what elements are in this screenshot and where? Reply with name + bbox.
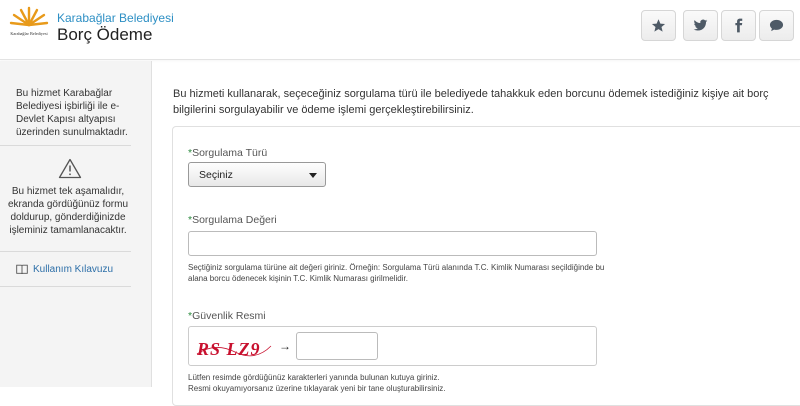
captcha-label: *Güvenlik Resmi (188, 310, 266, 322)
service-info-text: Bu hizmet Karabağlar Belediyesi işbirliğ… (16, 88, 128, 138)
favorite-button[interactable] (641, 10, 676, 41)
captcha-image[interactable]: RS LZ9 (195, 334, 273, 360)
user-guide-link[interactable]: Kullanım Kılavuzu (16, 264, 113, 275)
query-type-select[interactable]: Seçiniz (188, 162, 326, 187)
comment-icon (769, 19, 784, 32)
query-value-help: Seçtiğiniz sorgulama türüne ait değeri g… (188, 263, 605, 283)
sidebar-divider (0, 251, 131, 252)
warning-triangle-icon (58, 158, 82, 179)
header: Karabağlar Belediyesi Karabağlar Belediy… (0, 0, 800, 60)
logo-text: Karabağlar Belediyesi (10, 31, 48, 36)
single-step-warning: Bu hizmet tek aşamalıdır, ekranda gördüğ… (7, 186, 129, 236)
dropdown-caret-icon (309, 173, 317, 178)
comment-button[interactable] (759, 10, 794, 41)
query-type-label: *Sorgulama Türü (188, 147, 268, 159)
star-icon (651, 19, 666, 32)
twitter-icon (693, 19, 708, 31)
user-guide-label[interactable]: Kullanım Kılavuzu (33, 264, 113, 275)
query-value-input[interactable] (188, 231, 597, 256)
captcha-help: Lütfen resimde gördüğünüz karakterleri y… (188, 373, 446, 393)
main-content: Bu hizmeti kullanarak, seçeceğiniz sorgu… (153, 61, 800, 406)
service-intro: Bu hizmeti kullanarak, seçeceğiniz sorgu… (173, 88, 769, 116)
sidebar-divider (0, 145, 131, 146)
arrow-icon: → (279, 339, 291, 353)
page-title: Borç Ödeme (57, 25, 153, 44)
captcha-container: RS LZ9 → (188, 326, 597, 366)
municipality-logo[interactable]: Karabağlar Belediyesi (7, 5, 51, 49)
book-icon (16, 264, 28, 275)
twitter-button[interactable] (683, 10, 718, 41)
sidebar-divider (0, 286, 131, 287)
facebook-icon (735, 18, 743, 33)
query-value-label: *Sorgulama Değeri (188, 214, 277, 226)
captcha-text: RS LZ9 (196, 339, 261, 359)
sidebar: Bu hizmet Karabağlar Belediyesi işbirliğ… (0, 61, 152, 387)
form-panel: *Sorgulama Türü Seçiniz *Sorgulama Değer… (172, 126, 800, 406)
captcha-input[interactable] (296, 332, 378, 360)
query-type-selected: Seçiniz (199, 169, 233, 181)
institution-name: Karabağlar Belediyesi (57, 11, 174, 25)
facebook-button[interactable] (721, 10, 756, 41)
